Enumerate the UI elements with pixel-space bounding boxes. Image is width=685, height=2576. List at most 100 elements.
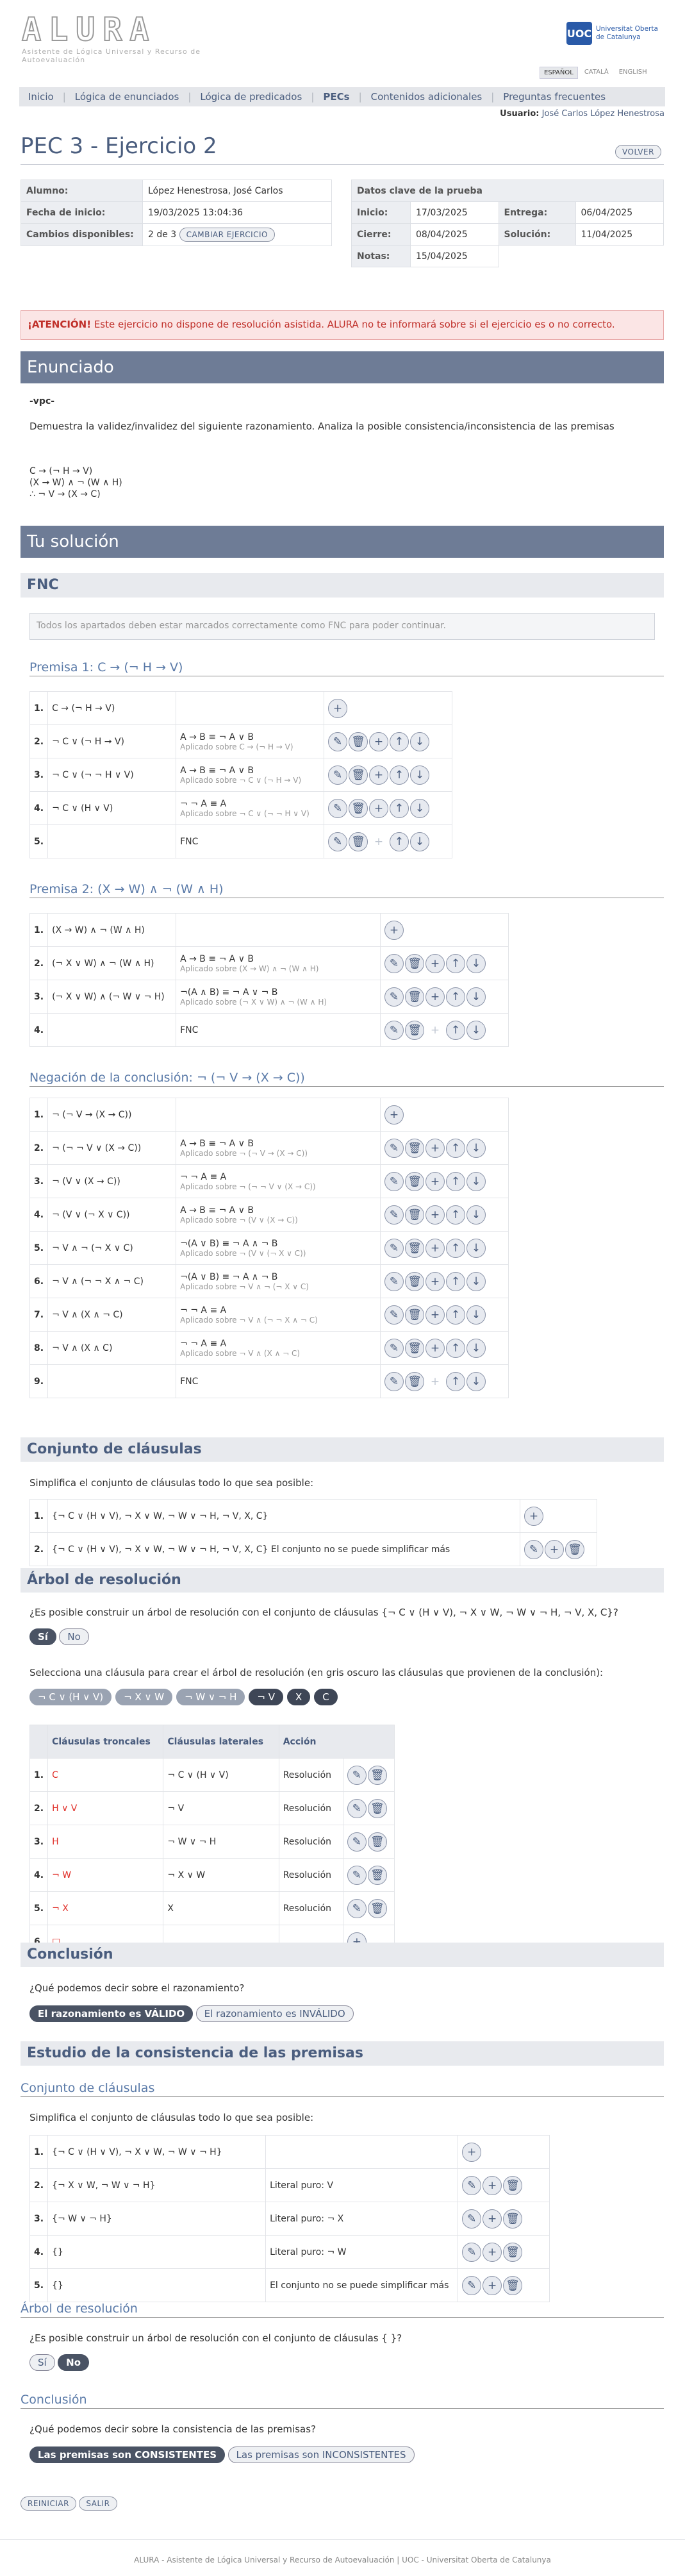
invalid-button[interactable]: El razonamiento es INVÁLIDO: [195, 2005, 354, 2022]
add-icon[interactable]: +: [425, 1238, 445, 1258]
add-icon[interactable]: +: [384, 920, 404, 940]
trash-icon[interactable]: 🗑: [349, 732, 368, 751]
clause-chip[interactable]: ¬ W ∨ ¬ H: [176, 1689, 245, 1705]
up-icon[interactable]: ↑: [390, 832, 409, 851]
add-icon[interactable]: +: [425, 1205, 445, 1225]
nav-inicio[interactable]: Inicio: [19, 91, 63, 103]
volver-button[interactable]: VOLVER: [615, 145, 661, 159]
trash-icon[interactable]: 🗑: [367, 1898, 387, 1918]
down-icon[interactable]: ↓: [466, 953, 486, 973]
valid-button[interactable]: El razonamiento es VÁLIDO: [29, 2005, 194, 2022]
down-icon[interactable]: ↓: [466, 1171, 486, 1191]
lang-ca[interactable]: CATALÀ: [581, 67, 613, 79]
up-icon[interactable]: ↑: [446, 987, 465, 1007]
up-icon[interactable]: ↑: [446, 1171, 465, 1191]
edit-icon[interactable]: ✎: [328, 798, 347, 818]
edit-icon[interactable]: ✎: [384, 1171, 404, 1191]
add-icon[interactable]: +: [425, 953, 445, 973]
up-icon[interactable]: ↑: [446, 953, 465, 973]
up-icon[interactable]: ↑: [390, 732, 409, 751]
edit-icon[interactable]: ✎: [384, 987, 404, 1007]
edit-icon[interactable]: ✎: [347, 1865, 367, 1885]
up-icon[interactable]: ↑: [390, 798, 409, 818]
up-icon[interactable]: ↑: [446, 1138, 465, 1158]
nav-pecs[interactable]: PECs: [314, 91, 358, 103]
trash-icon[interactable]: 🗑: [565, 1539, 584, 1559]
lang-en[interactable]: ENGLISH: [615, 67, 651, 79]
down-icon[interactable]: ↓: [466, 987, 486, 1007]
edit-icon[interactable]: ✎: [384, 1338, 404, 1358]
edit-icon[interactable]: ✎: [347, 1765, 367, 1785]
reiniciar-button[interactable]: REINICIAR: [21, 2497, 76, 2511]
add-icon[interactable]: +: [425, 1138, 445, 1158]
down-icon[interactable]: ↓: [466, 1371, 486, 1391]
trash-icon[interactable]: 🗑: [405, 1171, 424, 1191]
arbol-no-button[interactable]: No: [59, 1628, 89, 1645]
add-icon[interactable]: +: [369, 765, 388, 785]
up-icon[interactable]: ↑: [446, 1371, 465, 1391]
trash-icon[interactable]: 🗑: [405, 1020, 424, 1040]
down-icon[interactable]: ↓: [466, 1205, 486, 1225]
trash-icon[interactable]: 🗑: [367, 1832, 387, 1852]
down-icon[interactable]: ↓: [466, 1020, 486, 1040]
trash-icon[interactable]: 🗑: [405, 1305, 424, 1325]
add-icon[interactable]: +: [483, 2275, 502, 2295]
trash-icon[interactable]: 🗑: [405, 1205, 424, 1225]
down-icon[interactable]: ↓: [410, 798, 429, 818]
add-icon[interactable]: +: [369, 798, 388, 818]
edit-icon[interactable]: ✎: [384, 1205, 404, 1225]
edit-icon[interactable]: ✎: [384, 953, 404, 973]
add-icon[interactable]: +: [425, 1338, 445, 1358]
down-icon[interactable]: ↓: [466, 1238, 486, 1258]
down-icon[interactable]: ↓: [466, 1338, 486, 1358]
up-icon[interactable]: ↑: [446, 1238, 465, 1258]
trash-icon[interactable]: 🗑: [349, 765, 368, 785]
trash-icon[interactable]: 🗑: [405, 1371, 424, 1391]
add-icon[interactable]: +: [425, 987, 445, 1007]
down-icon[interactable]: ↓: [466, 1138, 486, 1158]
trash-icon[interactable]: 🗑: [503, 2209, 523, 2229]
trash-icon[interactable]: 🗑: [405, 1238, 424, 1258]
trash-icon[interactable]: 🗑: [503, 2175, 523, 2195]
edit-icon[interactable]: ✎: [384, 1271, 404, 1291]
edit-icon[interactable]: ✎: [384, 1138, 404, 1158]
up-icon[interactable]: ↑: [446, 1020, 465, 1040]
add-icon[interactable]: +: [483, 2242, 502, 2262]
edit-icon[interactable]: ✎: [347, 1898, 367, 1918]
edit-icon[interactable]: ✎: [462, 2209, 482, 2229]
edit-icon[interactable]: ✎: [347, 1798, 367, 1818]
consist-si-button[interactable]: Sí: [29, 2354, 55, 2371]
clause-chip[interactable]: ¬ C ∨ (H ∨ V): [29, 1689, 112, 1705]
trash-icon[interactable]: 🗑: [367, 1765, 387, 1785]
edit-icon[interactable]: ✎: [328, 732, 347, 751]
consistentes-button[interactable]: Las premisas son CONSISTENTES: [29, 2446, 226, 2463]
edit-icon[interactable]: ✎: [462, 2175, 482, 2195]
edit-icon[interactable]: ✎: [328, 765, 347, 785]
clause-chip[interactable]: ¬ X ∨ W: [115, 1689, 173, 1705]
trash-icon[interactable]: 🗑: [367, 1865, 387, 1885]
change-exercise-button[interactable]: CAMBIAR EJERCICIO: [179, 228, 275, 242]
edit-icon[interactable]: ✎: [462, 2275, 482, 2295]
nav-enunciados[interactable]: Lógica de enunciados: [66, 91, 188, 103]
add-icon[interactable]: +: [462, 2142, 482, 2162]
inconsistentes-button[interactable]: Las premisas son INCONSISTENTES: [227, 2446, 415, 2463]
up-icon[interactable]: ↑: [390, 765, 409, 785]
edit-icon[interactable]: ✎: [384, 1238, 404, 1258]
add-icon[interactable]: +: [425, 1171, 445, 1191]
clause-chip[interactable]: X: [286, 1689, 311, 1705]
trash-icon[interactable]: 🗑: [405, 1138, 424, 1158]
clause-chip[interactable]: ¬ V: [249, 1689, 283, 1705]
edit-icon[interactable]: ✎: [462, 2242, 482, 2262]
trash-icon[interactable]: 🗑: [405, 953, 424, 973]
down-icon[interactable]: ↓: [410, 832, 429, 851]
trash-icon[interactable]: 🗑: [405, 1271, 424, 1291]
uoc-logo[interactable]: UOC Universitat Oberta de Catalunya: [566, 21, 664, 46]
nav-predicados[interactable]: Lógica de predicados: [191, 91, 311, 103]
add-icon[interactable]: +: [328, 698, 347, 718]
salir-button[interactable]: SALIR: [79, 2497, 117, 2511]
trash-icon[interactable]: 🗑: [367, 1798, 387, 1818]
clause-chip[interactable]: C: [314, 1689, 338, 1705]
nav-faq[interactable]: Preguntas frecuentes: [494, 91, 615, 103]
add-icon[interactable]: +: [425, 1271, 445, 1291]
add-icon[interactable]: +: [524, 1506, 543, 1526]
